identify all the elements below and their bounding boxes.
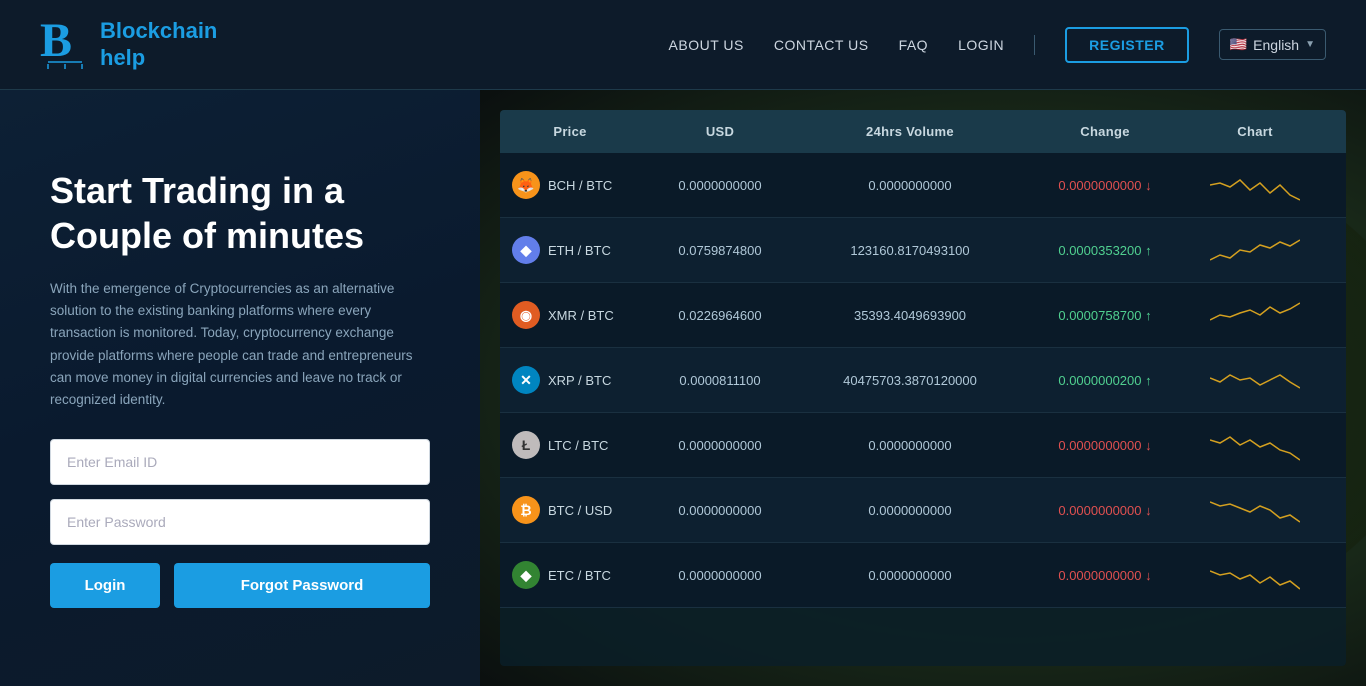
- price-xmr: 0.0226964600: [640, 296, 800, 335]
- nav-faq[interactable]: FAQ: [899, 37, 929, 53]
- pair-etc: ETC / BTC: [548, 568, 611, 583]
- price-etc: 0.0000000000: [640, 556, 800, 595]
- hero-description: With the emergence of Cryptocurrencies a…: [50, 278, 430, 412]
- price-eth: 0.0759874800: [640, 231, 800, 270]
- coin-cell-eth: ◆ ETH / BTC: [500, 226, 640, 274]
- volume-bch: 0.0000000000: [800, 166, 1020, 205]
- change-etc: 0.0000000000 ↓: [1020, 556, 1190, 595]
- change-xmr: 0.0000758700 ↑: [1020, 296, 1190, 335]
- volume-xmr: 35393.4049693900: [800, 296, 1020, 335]
- nav-divider: [1034, 35, 1035, 55]
- pair-btc: BTC / USD: [548, 503, 612, 518]
- volume-btc: 0.0000000000: [800, 491, 1020, 530]
- crypto-table: Price USD 24hrs Volume Change Chart 🦊 BC…: [500, 110, 1346, 666]
- header: B Blockchain help ABOUT US CONTACT US FA…: [0, 0, 1366, 90]
- change-btc: 0.0000000000 ↓: [1020, 491, 1190, 530]
- logo-text: Blockchain help: [100, 18, 217, 71]
- volume-eth: 123160.8170493100: [800, 231, 1020, 270]
- password-input[interactable]: [50, 499, 430, 545]
- chart-btc: [1190, 478, 1320, 542]
- nav-login[interactable]: LOGIN: [958, 37, 1004, 53]
- price-ltc: 0.0000000000: [640, 426, 800, 465]
- volume-ltc: 0.0000000000: [800, 426, 1020, 465]
- coin-cell-xrp: ✕ XRP / BTC: [500, 356, 640, 404]
- right-panel: Price USD 24hrs Volume Change Chart 🦊 BC…: [480, 90, 1366, 686]
- table-row: ◉ XMR / BTC 0.0226964600 35393.404969390…: [500, 283, 1346, 348]
- table-header: Price USD 24hrs Volume Change Chart: [500, 110, 1346, 153]
- main-content: Start Trading in a Couple of minutes Wit…: [0, 90, 1366, 686]
- logo-icon: B: [40, 14, 90, 76]
- price-btc: 0.0000000000: [640, 491, 800, 530]
- table-row: Ł LTC / BTC 0.0000000000 0.0000000000 0.…: [500, 413, 1346, 478]
- change-xrp: 0.0000000200 ↑: [1020, 361, 1190, 400]
- chart-xrp: [1190, 348, 1320, 412]
- pair-xmr: XMR / BTC: [548, 308, 614, 323]
- nav-about[interactable]: ABOUT US: [669, 37, 744, 53]
- coin-cell-btc: ₿ BTC / USD: [500, 486, 640, 534]
- eth-icon: ◆: [512, 236, 540, 264]
- chart-ltc: [1190, 413, 1320, 477]
- col-chart: Chart: [1190, 110, 1320, 153]
- left-panel: Start Trading in a Couple of minutes Wit…: [0, 90, 480, 686]
- volume-xrp: 40475703.3870120000: [800, 361, 1020, 400]
- chart-etc: [1190, 543, 1320, 607]
- pair-bch: BCH / BTC: [548, 178, 612, 193]
- pair-xrp: XRP / BTC: [548, 373, 611, 388]
- button-row: Login Forgot Password: [50, 563, 430, 608]
- table-row: 🦊 BCH / BTC 0.0000000000 0.0000000000 0.…: [500, 153, 1346, 218]
- language-label: English: [1253, 37, 1299, 53]
- login-button[interactable]: Login: [50, 563, 160, 608]
- volume-etc: 0.0000000000: [800, 556, 1020, 595]
- price-bch: 0.0000000000: [640, 166, 800, 205]
- col-usd: USD: [640, 110, 800, 153]
- chart-eth: [1190, 218, 1320, 282]
- xmr-icon: ◉: [512, 301, 540, 329]
- btc-icon: ₿: [512, 496, 540, 524]
- table-row: ◆ ETH / BTC 0.0759874800 123160.81704931…: [500, 218, 1346, 283]
- logo-bottom: help: [100, 45, 217, 71]
- logo[interactable]: B Blockchain help: [40, 14, 217, 76]
- price-xrp: 0.0000811100: [640, 361, 800, 400]
- chevron-down-icon: ▼: [1305, 39, 1315, 50]
- hero-title: Start Trading in a Couple of minutes: [50, 168, 430, 258]
- etc-icon: ◆: [512, 561, 540, 589]
- table-row: ✕ XRP / BTC 0.0000811100 40475703.387012…: [500, 348, 1346, 413]
- register-button[interactable]: REGISTER: [1065, 27, 1189, 63]
- col-change: Change: [1020, 110, 1190, 153]
- ltc-icon: Ł: [512, 431, 540, 459]
- pair-eth: ETH / BTC: [548, 243, 611, 258]
- bch-icon: 🦊: [512, 171, 540, 199]
- chart-xmr: [1190, 283, 1320, 347]
- coin-cell-ltc: Ł LTC / BTC: [500, 421, 640, 469]
- nav-contact[interactable]: CONTACT US: [774, 37, 869, 53]
- email-input[interactable]: [50, 439, 430, 485]
- col-price: Price: [500, 110, 640, 153]
- xrp-icon: ✕: [512, 366, 540, 394]
- svg-text:B: B: [40, 14, 72, 67]
- table-row: ₿ BTC / USD 0.0000000000 0.0000000000 0.…: [500, 478, 1346, 543]
- coin-cell-xmr: ◉ XMR / BTC: [500, 291, 640, 339]
- change-bch: 0.0000000000 ↓: [1020, 166, 1190, 205]
- flag-icon: 🇺🇸: [1230, 36, 1247, 53]
- chart-bch: [1190, 153, 1320, 217]
- nav: ABOUT US CONTACT US FAQ LOGIN REGISTER 🇺…: [669, 27, 1326, 63]
- coin-cell-etc: ◆ ETC / BTC: [500, 551, 640, 599]
- table-row: ◆ ETC / BTC 0.0000000000 0.0000000000 0.…: [500, 543, 1346, 608]
- language-selector[interactable]: 🇺🇸 English ▼: [1219, 29, 1326, 60]
- logo-top: Blockchain: [100, 18, 217, 44]
- change-ltc: 0.0000000000 ↓: [1020, 426, 1190, 465]
- pair-ltc: LTC / BTC: [548, 438, 608, 453]
- coin-cell-bch: 🦊 BCH / BTC: [500, 161, 640, 209]
- forgot-password-button[interactable]: Forgot Password: [174, 563, 430, 608]
- change-eth: 0.0000353200 ↑: [1020, 231, 1190, 270]
- col-volume: 24hrs Volume: [800, 110, 1020, 153]
